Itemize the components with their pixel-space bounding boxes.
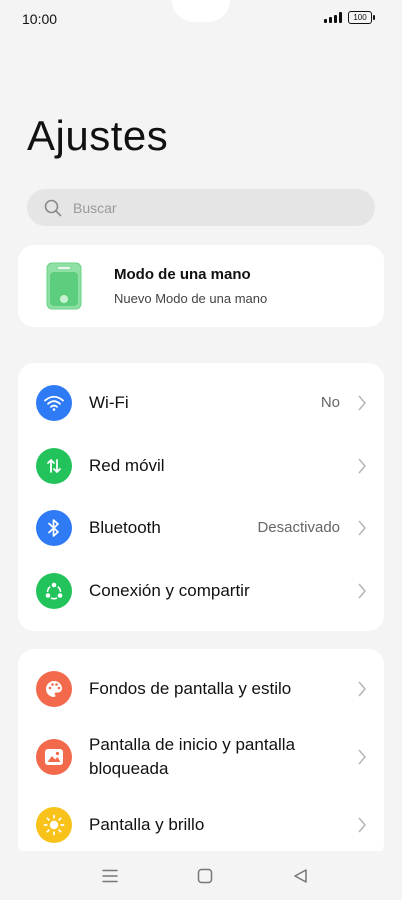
settings-row-display-brightness[interactable]: Pantalla y brillo [18,801,384,849]
battery-icon: 100 [348,11,375,24]
search-input[interactable] [71,198,335,217]
settings-row-wallpaper-style[interactable]: Fondos de pantalla y estilo [18,665,384,713]
chevron-right-icon [358,458,366,474]
menu-icon[interactable] [101,867,119,885]
connection-sharing-label: Conexión y compartir [89,581,250,600]
chevron-right-icon [358,520,366,536]
bluetooth-icon [36,510,72,546]
display-card: Fondos de pantalla y estilo Pantalla de … [18,649,384,859]
status-time: 10:00 [22,11,58,27]
chevron-right-icon [358,395,366,411]
navigation-bar [0,851,402,900]
home-lock-screen-label-line2: bloqueada [89,759,169,778]
camera-notch [172,0,230,22]
bluetooth-status: Desactivado [257,519,340,536]
chevron-right-icon [358,817,366,833]
wifi-icon [36,385,72,421]
home-lock-screen-label: Pantalla de inicio y pantalla bloqueada [89,733,295,781]
one-hand-mode-icon [46,262,82,310]
settings-row-mobile-network[interactable]: Red móvil [18,442,384,490]
settings-row-bluetooth[interactable]: Bluetooth Desactivado [18,504,384,552]
share-icon [36,573,72,609]
image-icon [36,739,72,775]
status-icons: 100 [324,11,375,24]
one-hand-mode-card[interactable]: Modo de una mano Nuevo Modo de una mano [18,245,384,327]
settings-row-connection-sharing[interactable]: Conexión y compartir [18,567,384,615]
home-lock-screen-label-line1: Pantalla de inicio y pantalla [89,735,296,754]
wallpaper-style-label: Fondos de pantalla y estilo [89,679,292,698]
chevron-right-icon [358,749,366,765]
bluetooth-label: Bluetooth [89,518,161,537]
wifi-label: Wi-Fi [89,393,129,412]
one-hand-mode-subtitle: Nuevo Modo de una mano [114,291,268,306]
display-brightness-label: Pantalla y brillo [89,815,205,834]
mobile-data-icon [36,448,72,484]
settings-row-home-lock-screen[interactable]: Pantalla de inicio y pantalla bloqueada [18,729,384,785]
wifi-status: No [320,394,340,411]
connectivity-card: Wi-Fi No Red móvil Bluetooth Desactivado [18,363,384,631]
search-bar[interactable] [27,189,375,226]
chevron-right-icon [358,583,366,599]
chevron-right-icon [358,681,366,697]
brightness-icon [36,807,72,843]
signal-icon [324,12,342,23]
status-bar: 10:00 100 [0,0,402,36]
home-button-icon[interactable] [196,867,214,885]
page-title: Ajustes [27,112,169,159]
one-hand-mode-title: Modo de una mano [114,266,251,283]
search-icon [44,199,62,216]
battery-level: 100 [353,13,367,22]
back-icon[interactable] [292,867,310,885]
settings-row-wifi[interactable]: Wi-Fi No [18,379,384,427]
mobile-network-label: Red móvil [89,456,165,475]
palette-icon [36,671,72,707]
